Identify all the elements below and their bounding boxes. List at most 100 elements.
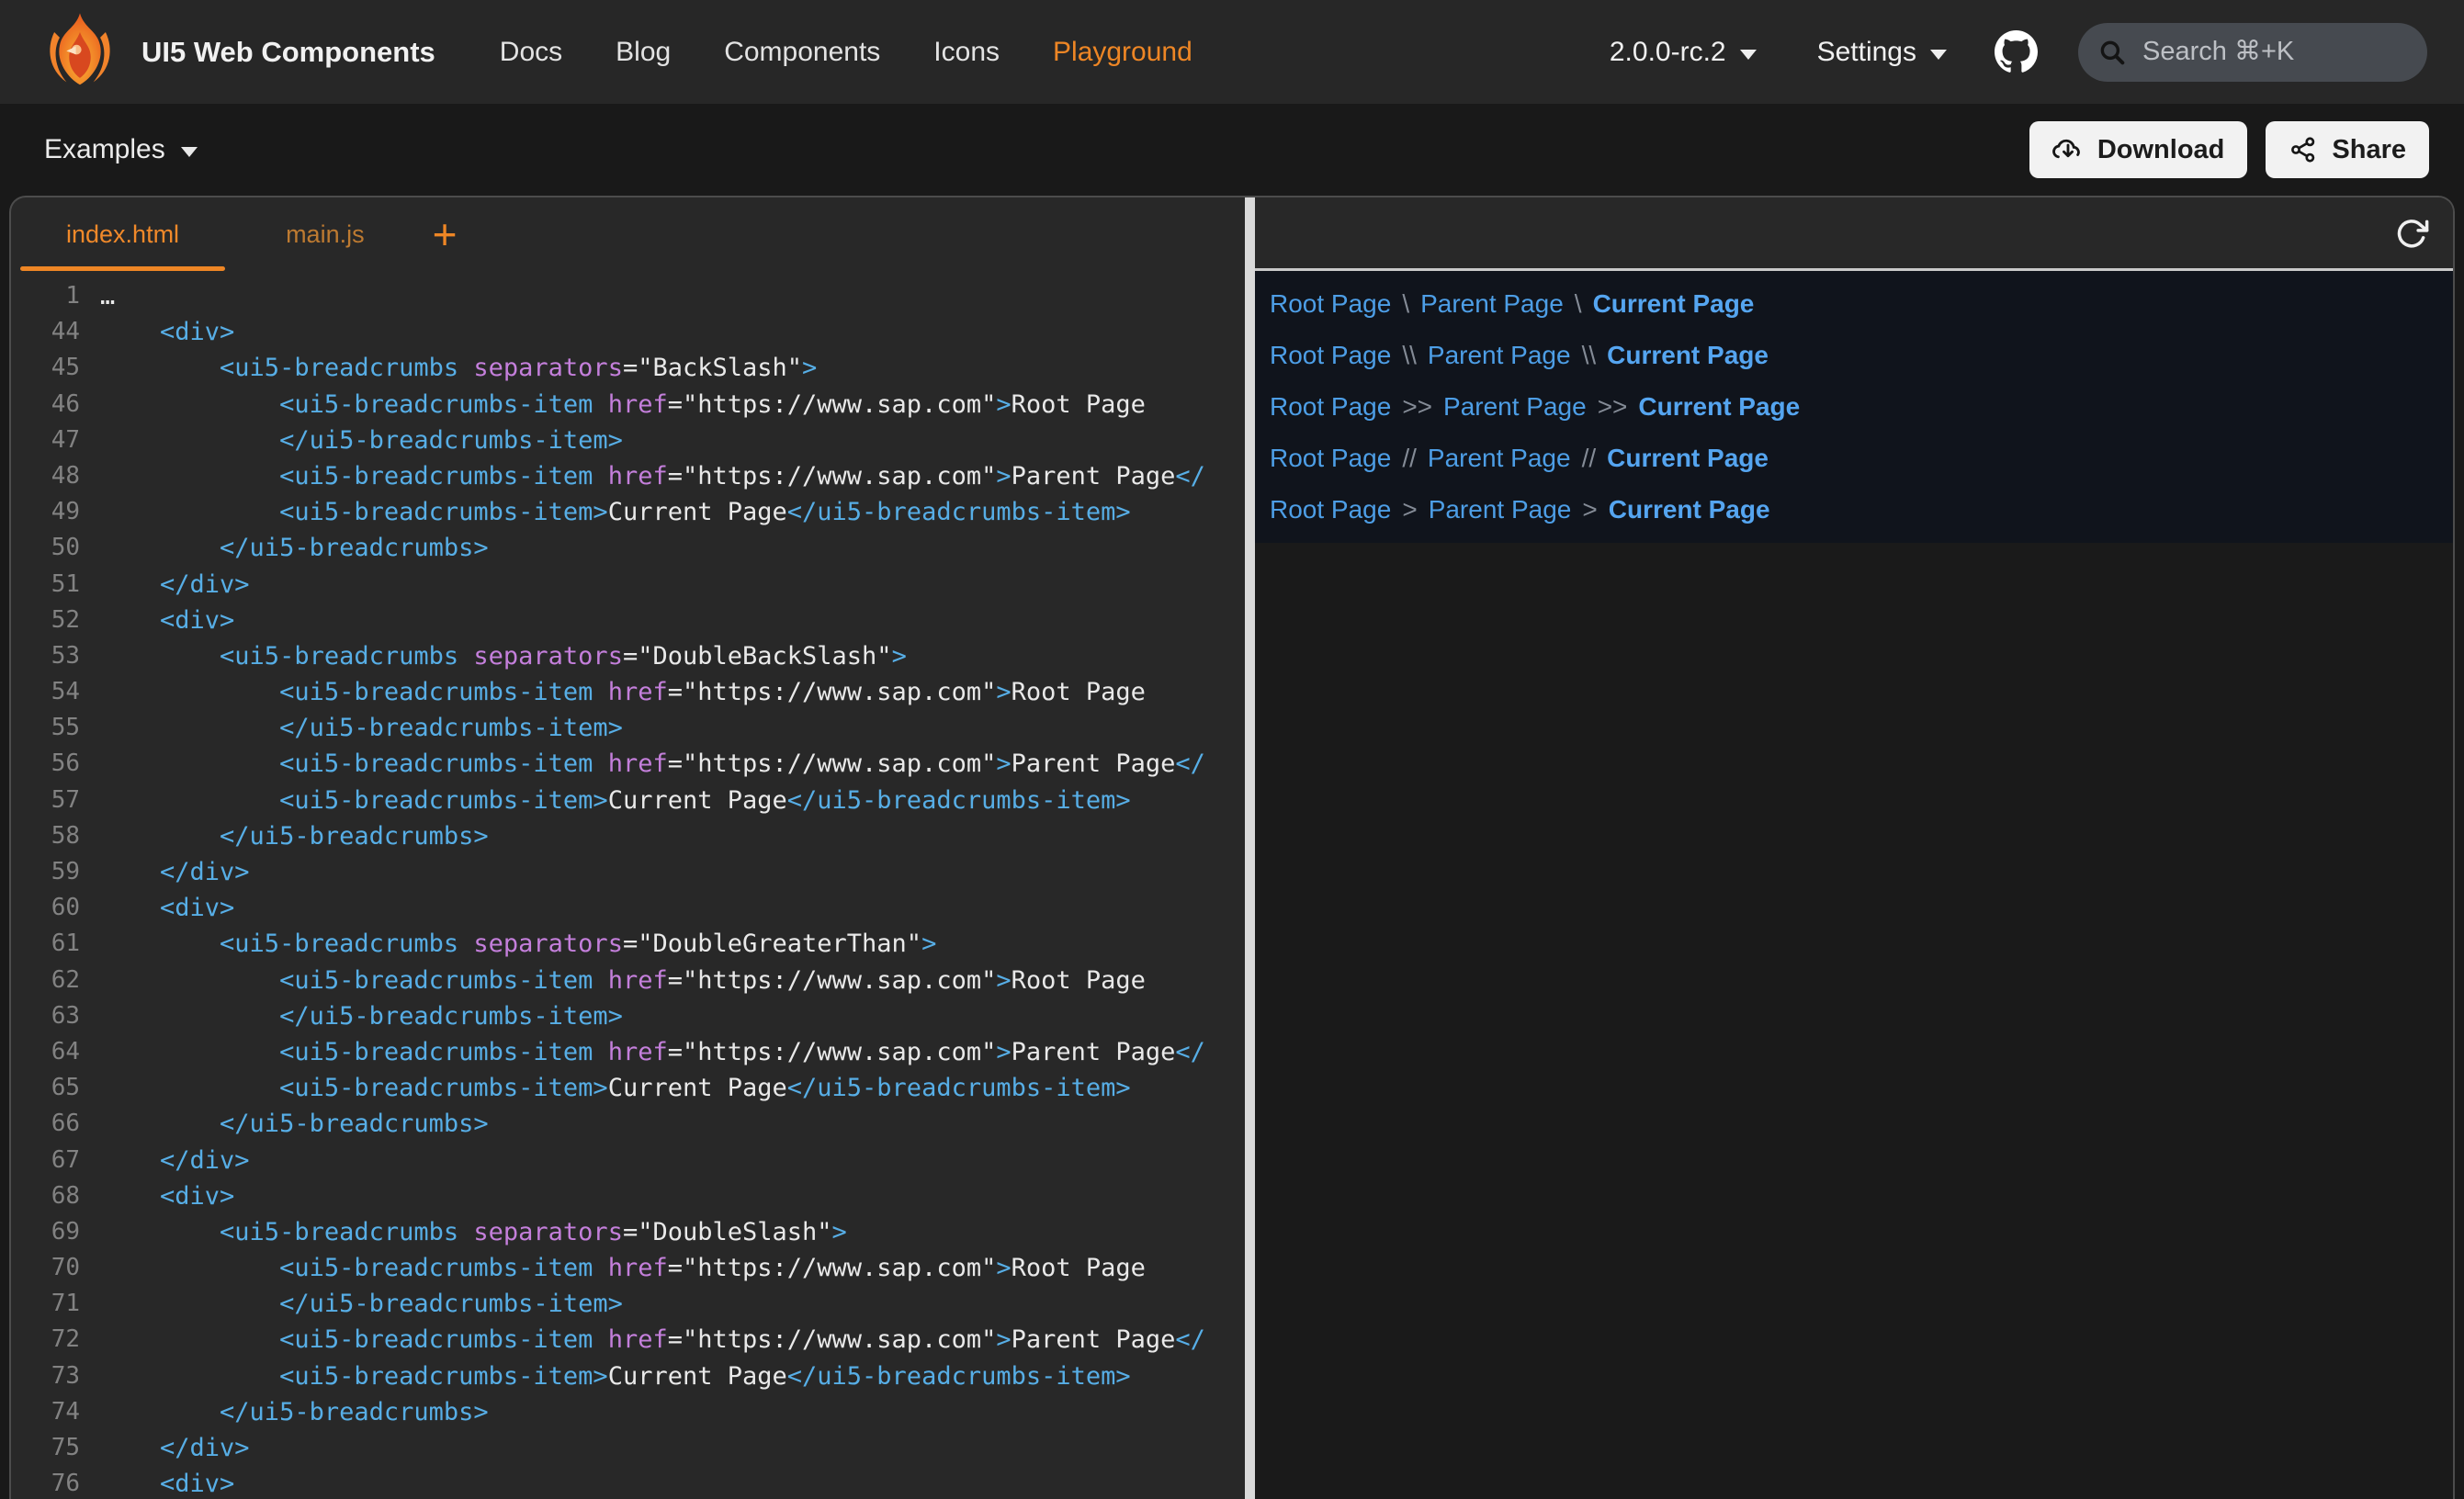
- code-line[interactable]: 57 <ui5-breadcrumbs-item>Current Page</u…: [11, 783, 1245, 818]
- breadcrumb-link[interactable]: Parent Page: [1428, 444, 1571, 473]
- code-token-text: ="https://www.sap.com": [668, 462, 997, 490]
- code-token-tag: <ui5-breadcrumbs-item: [100, 390, 608, 419]
- panel-splitter[interactable]: [1245, 197, 1255, 1499]
- code-line-text: <ui5-breadcrumbs-item href="https://www.…: [80, 1322, 1205, 1358]
- code-line[interactable]: 65 <ui5-breadcrumbs-item>Current Page</u…: [11, 1070, 1245, 1106]
- examples-menu[interactable]: Examples: [44, 134, 198, 165]
- nav-link-blog[interactable]: Blog: [616, 37, 671, 68]
- code-token-tag: </ui5-breadcrumbs-item>: [787, 1362, 1131, 1391]
- code-token-text: ="https://www.sap.com": [668, 390, 997, 419]
- nav-link-icons[interactable]: Icons: [933, 37, 1000, 68]
- code-line-text: <ui5-breadcrumbs-item href="https://www.…: [80, 674, 1146, 710]
- breadcrumb-link[interactable]: Root Page: [1270, 444, 1391, 473]
- code-line[interactable]: 71 </ui5-breadcrumbs-item>: [11, 1286, 1245, 1322]
- add-tab-button[interactable]: +: [422, 197, 469, 271]
- breadcrumb-link[interactable]: Root Page: [1270, 495, 1391, 524]
- code-line[interactable]: 46 <ui5-breadcrumbs-item href="https://w…: [11, 387, 1245, 423]
- code-line[interactable]: 61 <ui5-breadcrumbs separators="DoubleGr…: [11, 926, 1245, 962]
- code-line-text: <div>: [80, 890, 234, 926]
- brand-title[interactable]: UI5 Web Components: [141, 36, 435, 69]
- code-token-attr: href: [608, 750, 668, 778]
- code-line[interactable]: 64 <ui5-breadcrumbs-item href="https://w…: [11, 1034, 1245, 1070]
- code-line[interactable]: 50 </ui5-breadcrumbs>: [11, 530, 1245, 566]
- code-line[interactable]: 49 <ui5-breadcrumbs-item>Current Page</u…: [11, 494, 1245, 530]
- breadcrumb-link[interactable]: Root Page: [1270, 392, 1391, 422]
- code-line[interactable]: 73 <ui5-breadcrumbs-item>Current Page</u…: [11, 1358, 1245, 1394]
- line-number: 64: [11, 1034, 80, 1070]
- code-line[interactable]: 55 </ui5-breadcrumbs-item>: [11, 710, 1245, 746]
- breadcrumb-separator: >: [1582, 495, 1597, 524]
- code-line[interactable]: 63 </ui5-breadcrumbs-item>: [11, 998, 1245, 1034]
- code-token-tag: >: [996, 1325, 1011, 1354]
- version-menu[interactable]: 2.0.0-rc.2: [1610, 37, 1757, 68]
- code-line[interactable]: 70 <ui5-breadcrumbs-item href="https://w…: [11, 1250, 1245, 1286]
- code-line[interactable]: 47 </ui5-breadcrumbs-item>: [11, 423, 1245, 458]
- code-line[interactable]: 74 </ui5-breadcrumbs>: [11, 1394, 1245, 1430]
- nav-link-components[interactable]: Components: [724, 37, 880, 68]
- code-line[interactable]: 60 <div>: [11, 890, 1245, 926]
- code-line[interactable]: 48 <ui5-breadcrumbs-item href="https://w…: [11, 458, 1245, 494]
- code-token-text: Parent Page: [1012, 750, 1176, 778]
- code-token-text: Parent Page: [1012, 462, 1176, 490]
- code-line[interactable]: 59 </div>: [11, 854, 1245, 890]
- code-line[interactable]: 51 </div>: [11, 567, 1245, 603]
- code-token-attr: separators: [473, 354, 623, 382]
- nav-link-playground[interactable]: Playground: [1053, 37, 1192, 68]
- editor-tab-main.js[interactable]: main.js: [232, 197, 418, 271]
- code-line[interactable]: 69 <ui5-breadcrumbs separators="DoubleSl…: [11, 1214, 1245, 1250]
- breadcrumb-separator: //: [1582, 444, 1597, 473]
- top-nav: UI5 Web Components Docs Blog Components Ico…: [0, 0, 2464, 104]
- code-line-text: <ui5-breadcrumbs-item href="https://www.…: [80, 1250, 1146, 1286]
- code-line[interactable]: 75 </div>: [11, 1430, 1245, 1466]
- code-line[interactable]: 1…: [11, 278, 1245, 314]
- code-token-tag: </ui5-breadcrumbs>: [100, 1398, 489, 1426]
- share-button[interactable]: Share: [2266, 121, 2429, 178]
- code-line[interactable]: 54 <ui5-breadcrumbs-item href="https://w…: [11, 674, 1245, 710]
- breadcrumb-separator: >>: [1402, 392, 1432, 422]
- nav-links: Docs Blog Components Icons Playground: [500, 37, 1192, 68]
- editor-tab-index.html[interactable]: index.html: [13, 197, 232, 271]
- code-line[interactable]: 56 <ui5-breadcrumbs-item href="https://w…: [11, 746, 1245, 782]
- code-line[interactable]: 58 </ui5-breadcrumbs>: [11, 818, 1245, 854]
- breadcrumb-link[interactable]: Parent Page: [1420, 289, 1564, 319]
- code-line[interactable]: 45 <ui5-breadcrumbs separators="BackSlas…: [11, 350, 1245, 386]
- examples-label: Examples: [44, 134, 165, 165]
- code-token-text: Root Page: [1012, 966, 1146, 995]
- breadcrumb-link[interactable]: Root Page: [1270, 341, 1391, 370]
- code-line-text: <ui5-breadcrumbs-item href="https://www.…: [80, 458, 1205, 494]
- github-icon[interactable]: [1995, 30, 2038, 73]
- code-line[interactable]: 76 <div>: [11, 1466, 1245, 1499]
- chevron-down-icon: [1930, 50, 1947, 60]
- code-area[interactable]: 1…44 <div>45 <ui5-breadcrumbs separators…: [11, 271, 1245, 1499]
- ui5-phoenix-logo-icon[interactable]: [37, 9, 123, 96]
- code-line-text: <div>: [80, 1466, 234, 1499]
- breadcrumb-link[interactable]: Root Page: [1270, 289, 1391, 319]
- refresh-icon[interactable]: [2394, 216, 2429, 251]
- code-line-text: <ui5-breadcrumbs separators="BackSlash">: [80, 350, 817, 386]
- code-token-tag: <ui5-breadcrumbs-item>: [100, 498, 608, 526]
- code-line[interactable]: 72 <ui5-breadcrumbs-item href="https://w…: [11, 1322, 1245, 1358]
- editor-tabbar: index.htmlmain.js+: [11, 197, 1245, 271]
- code-line-text: </ui5-breadcrumbs>: [80, 1394, 489, 1430]
- code-token-attr: separators: [473, 1218, 623, 1246]
- code-line[interactable]: 53 <ui5-breadcrumbs separators="DoubleBa…: [11, 638, 1245, 674]
- code-token-tag: </div>: [100, 1146, 250, 1175]
- breadcrumb-link[interactable]: Parent Page: [1443, 392, 1587, 422]
- code-token-tag: </ui5-breadcrumbs>: [100, 1110, 489, 1138]
- code-line[interactable]: 67 </div>: [11, 1143, 1245, 1178]
- code-line-text: <ui5-breadcrumbs-item href="https://www.…: [80, 1034, 1205, 1070]
- breadcrumb-link[interactable]: Parent Page: [1429, 495, 1572, 524]
- download-button[interactable]: Download: [2029, 121, 2248, 178]
- code-line[interactable]: 62 <ui5-breadcrumbs-item href="https://w…: [11, 963, 1245, 998]
- code-token-tag: </div>: [100, 858, 250, 886]
- code-line[interactable]: 66 </ui5-breadcrumbs>: [11, 1106, 1245, 1142]
- code-line[interactable]: 52 <div>: [11, 603, 1245, 638]
- code-token-tag: <ui5-breadcrumbs-item: [100, 462, 608, 490]
- nav-link-docs[interactable]: Docs: [500, 37, 562, 68]
- settings-menu[interactable]: Settings: [1817, 37, 1947, 68]
- code-line[interactable]: 44 <div>: [11, 314, 1245, 350]
- search-input[interactable]: [2141, 36, 2409, 68]
- breadcrumb-link[interactable]: Parent Page: [1428, 341, 1571, 370]
- code-token-attr: href: [608, 1325, 668, 1354]
- code-line[interactable]: 68 <div>: [11, 1178, 1245, 1214]
